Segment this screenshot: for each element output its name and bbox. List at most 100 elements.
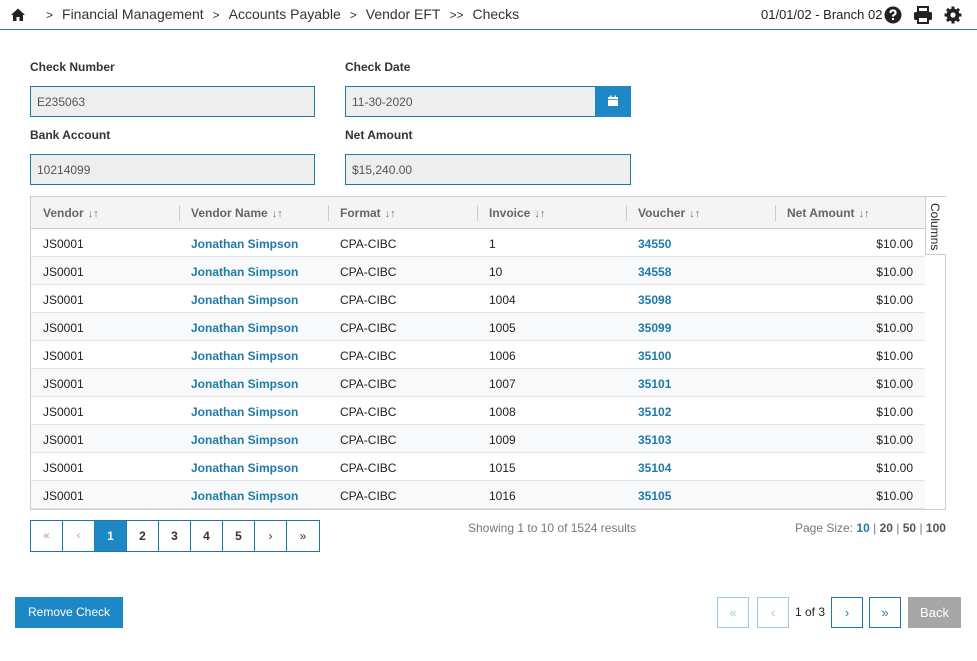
prev-record-button[interactable]: ‹ <box>757 597 789 628</box>
columns-toggle[interactable]: Columns <box>925 197 946 255</box>
page-size-separator: | <box>896 521 900 535</box>
sort-icon[interactable]: ↓↑ <box>385 208 396 220</box>
calendar-icon <box>608 95 618 106</box>
page-button[interactable]: 4 <box>191 521 223 551</box>
table-row[interactable]: JS0001 Jonathan Simpson CPA-CIBC 1007 35101 $… <box>31 369 925 397</box>
page-size-option[interactable]: 20 <box>880 521 893 535</box>
first-page-button[interactable]: « <box>31 521 63 551</box>
table-cell: 10 <box>489 265 503 279</box>
calendar-button[interactable] <box>595 86 631 117</box>
vendor-name-link[interactable]: Jonathan Simpson <box>191 461 298 475</box>
column-header[interactable]: Vendor ↓↑ <box>31 197 111 228</box>
column-header-label: Vendor <box>43 206 84 220</box>
sort-icon[interactable]: ↓↑ <box>534 208 545 220</box>
bank-account-field[interactable]: 10214099 <box>30 154 315 185</box>
vendor-name-link[interactable]: Jonathan Simpson <box>191 293 298 307</box>
table-row[interactable]: JS0001 Jonathan Simpson CPA-CIBC 1009 35103 $… <box>31 425 925 453</box>
column-divider <box>477 205 478 221</box>
column-header[interactable]: Vendor Name ↓↑ <box>179 197 295 228</box>
record-position: 1 of 3 <box>795 605 826 619</box>
table-cell: JS0001 <box>43 489 84 503</box>
breadcrumb-item[interactable]: Vendor EFT <box>366 6 441 22</box>
vendor-name-link[interactable]: Jonathan Simpson <box>191 265 298 279</box>
voucher-link[interactable]: 35101 <box>638 377 671 391</box>
table-row[interactable]: JS0001 Jonathan Simpson CPA-CIBC 1004 35098 $… <box>31 285 925 313</box>
help-icon[interactable] <box>884 6 902 24</box>
breadcrumb-separator: > <box>46 8 54 22</box>
table-cell: $10.00 <box>876 489 913 503</box>
prev-page-button[interactable]: ‹ <box>63 521 95 551</box>
voucher-link[interactable]: 35104 <box>638 461 671 475</box>
vendor-name-link[interactable]: Jonathan Simpson <box>191 405 298 419</box>
breadcrumb-separator: > <box>349 8 357 22</box>
breadcrumb-item[interactable]: Checks <box>472 6 519 22</box>
column-header[interactable]: Voucher ↓↑ <box>626 197 712 228</box>
last-page-button[interactable]: » <box>287 521 319 551</box>
table-row[interactable]: JS0001 Jonathan Simpson CPA-CIBC 1016 35105 $… <box>31 481 925 509</box>
table-cell: $10.00 <box>876 321 913 335</box>
table-cell: 1016 <box>489 489 516 503</box>
table-row[interactable]: JS0001 Jonathan Simpson CPA-CIBC 10 34558 $10… <box>31 257 925 285</box>
results-summary: Showing 1 to 10 of 1524 results <box>468 521 637 535</box>
voucher-link[interactable]: 35102 <box>638 405 671 419</box>
breadcrumb-separator: >> <box>449 8 464 22</box>
table-cell: JS0001 <box>43 461 84 475</box>
check-date-field[interactable]: 11-30-2020 <box>345 86 596 117</box>
vendor-name-link[interactable]: Jonathan Simpson <box>191 489 298 503</box>
sort-icon[interactable]: ↓↑ <box>689 208 700 220</box>
breadcrumb-item[interactable]: Accounts Payable <box>229 6 341 22</box>
net-amount-field[interactable]: $15,240.00 <box>345 154 631 185</box>
table-row[interactable]: JS0001 Jonathan Simpson CPA-CIBC 1008 35102 $… <box>31 397 925 425</box>
table-row[interactable]: JS0001 Jonathan Simpson CPA-CIBC 1 34550 $10.… <box>31 229 925 257</box>
table-cell: $10.00 <box>876 377 913 391</box>
home-icon[interactable] <box>10 7 26 23</box>
voucher-link[interactable]: 34550 <box>638 237 671 251</box>
vendor-name-link[interactable]: Jonathan Simpson <box>191 377 298 391</box>
remove-check-button[interactable]: Remove Check <box>15 597 123 628</box>
column-header[interactable]: Net Amount ↓↑ <box>775 197 882 228</box>
column-divider <box>179 205 180 221</box>
page-button[interactable]: 2 <box>127 521 159 551</box>
print-icon[interactable] <box>913 6 933 24</box>
next-page-button[interactable]: › <box>255 521 287 551</box>
column-header-label: Net Amount <box>787 206 855 220</box>
column-header[interactable]: Format ↓↑ <box>328 197 408 228</box>
page-size-option[interactable]: 50 <box>903 521 916 535</box>
voucher-link[interactable]: 35103 <box>638 433 671 447</box>
page-size-option[interactable]: 100 <box>926 521 946 535</box>
page-size-label: Page Size: <box>795 521 854 535</box>
page-button[interactable]: 5 <box>223 521 255 551</box>
voucher-link[interactable]: 34558 <box>638 265 671 279</box>
table-cell: CPA-CIBC <box>340 433 397 447</box>
table-row[interactable]: JS0001 Jonathan Simpson CPA-CIBC 1006 35100 $… <box>31 341 925 369</box>
voucher-link[interactable]: 35105 <box>638 489 671 503</box>
vendor-name-link[interactable]: Jonathan Simpson <box>191 321 298 335</box>
page-button[interactable]: 1 <box>95 521 127 551</box>
top-bar: > Financial Management > Accounts Payable > V… <box>0 0 977 30</box>
voucher-link[interactable]: 35100 <box>638 349 671 363</box>
vendor-name-link[interactable]: Jonathan Simpson <box>191 237 298 251</box>
table-cell: CPA-CIBC <box>340 377 397 391</box>
next-record-button[interactable]: › <box>831 597 863 628</box>
table-cell: CPA-CIBC <box>340 237 397 251</box>
back-button[interactable]: Back <box>908 597 961 628</box>
table-row[interactable]: JS0001 Jonathan Simpson CPA-CIBC 1015 35104 $… <box>31 453 925 481</box>
page-size-option[interactable]: 10 <box>856 521 869 535</box>
table-row[interactable]: JS0001 Jonathan Simpson CPA-CIBC 1005 35099 $… <box>31 313 925 341</box>
sort-icon[interactable]: ↓↑ <box>859 208 870 220</box>
breadcrumb-item[interactable]: Financial Management <box>62 6 204 22</box>
table-cell: 1 <box>489 237 496 251</box>
column-header[interactable]: Invoice ↓↑ <box>477 197 557 228</box>
sort-icon[interactable]: ↓↑ <box>272 208 283 220</box>
vendor-name-link[interactable]: Jonathan Simpson <box>191 349 298 363</box>
gear-icon[interactable] <box>944 6 962 24</box>
voucher-link[interactable]: 35098 <box>638 293 671 307</box>
check-number-field[interactable]: E235063 <box>30 86 315 117</box>
page-button[interactable]: 3 <box>159 521 191 551</box>
table-cell: 1009 <box>489 433 516 447</box>
voucher-link[interactable]: 35099 <box>638 321 671 335</box>
sort-icon[interactable]: ↓↑ <box>88 208 99 220</box>
last-record-button[interactable]: » <box>869 597 901 628</box>
vendor-name-link[interactable]: Jonathan Simpson <box>191 433 298 447</box>
first-record-button[interactable]: « <box>717 597 749 628</box>
